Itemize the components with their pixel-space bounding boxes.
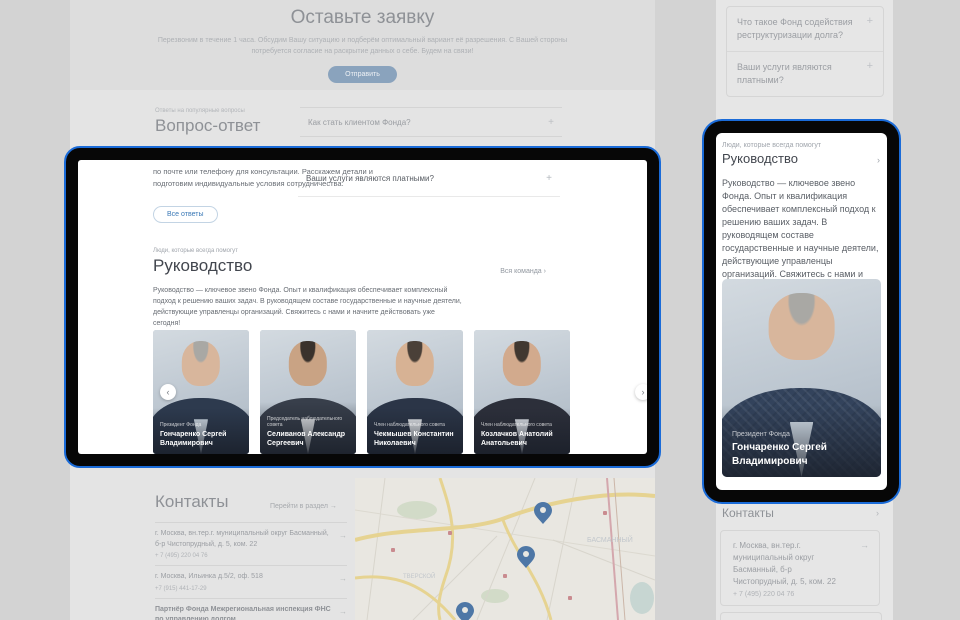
contact-address: г. Москва, Ильинка д.5/2, оф. 518 <box>155 572 333 583</box>
cta-title: Оставьте заявку <box>70 0 655 29</box>
contact-card[interactable]: г. Москва, вн.тер.г. муниципальный округ… <box>155 522 347 565</box>
team-card[interactable]: Член наблюдательного совета Чекмышев Конс… <box>367 330 463 454</box>
mobile-faq-card: Что такое Фонд содействия реструктуризац… <box>726 6 884 97</box>
arrow-right-icon: → <box>339 531 347 540</box>
map-district-label: ТВЕРСКОЙ <box>403 572 435 580</box>
member-role: Член наблюдательного совета <box>374 422 456 428</box>
member-role: Президент Фонда <box>160 422 242 428</box>
team-title: Руководство <box>153 256 252 276</box>
member-name: Гончаренко Сергей Владимирович <box>732 441 852 468</box>
faq-question: Ваши услуги являются платными? <box>737 61 853 87</box>
cta-body: Перезвоним в течение 1 часа. Обсудим Ваш… <box>153 35 573 57</box>
member-name: Чекмышев Константин Николаевич <box>374 430 456 448</box>
member-role: Президент Фонда <box>732 431 871 438</box>
chevron-right-icon[interactable]: › <box>877 155 880 165</box>
contact-phone: + 7 (495) 220 04 76 <box>733 591 867 598</box>
contact-address: г. Москва, вн.тер.г. муниципальный округ… <box>155 529 333 550</box>
faq-question: Что такое Фонд содействия реструктуризац… <box>737 16 853 42</box>
carousel-prev-button[interactable]: ‹ <box>160 384 176 400</box>
phone-screen: Люди, которые всегда помогут Руководство… <box>716 133 887 490</box>
contacts-title: Контакты <box>722 506 774 520</box>
arrow-right-icon: → <box>860 540 869 550</box>
member-role: Член наблюдательного совета <box>481 422 563 428</box>
map-river <box>630 582 654 614</box>
carousel-next-button[interactable]: › <box>635 384 647 400</box>
member-role: Председатель наблюдательного совета <box>267 416 349 428</box>
contact-phone: + 7 (495) 220 04 76 <box>155 553 333 559</box>
faq-item-1[interactable]: Как стать клиентом Фонда? + <box>300 107 562 137</box>
all-team-label: Вся команда <box>500 268 542 275</box>
contact-phone: +7 (915) 441-17-29 <box>155 586 333 592</box>
arrow-right-icon: → <box>339 607 347 616</box>
faq-item-2[interactable]: Ваши услуги являются платными? + <box>298 160 560 197</box>
chevron-left-icon: ‹ <box>167 387 170 397</box>
contact-partner-name: Партнёр Фонда Межрегиональная инспекция … <box>155 605 333 620</box>
contacts-list: г. Москва, вн.тер.г. муниципальный округ… <box>155 522 347 620</box>
contacts-title: Контакты <box>155 492 228 512</box>
contacts-section-link[interactable]: Перейти в раздел → <box>270 503 337 510</box>
team-body: Руководство — ключевое звено Фонда. Опыт… <box>153 286 463 329</box>
contact-card[interactable]: Партнёр Фонда Межрегиональная инспекция … <box>155 598 347 620</box>
team-card[interactable]: Член наблюдательного совета Козлачков Ана… <box>474 330 570 454</box>
contact-card-partial <box>720 612 882 620</box>
faq-item-2[interactable]: Ваши услуги являются платными? + <box>727 51 883 96</box>
faq-item-1[interactable]: Что такое Фонд содействия реструктуризац… <box>727 7 883 51</box>
plus-icon[interactable]: + <box>546 173 552 184</box>
team-card[interactable]: Президент Фонда Гончаренко Сергей Владим… <box>722 279 881 477</box>
map-district-label: БАСМАННЫЙ <box>587 535 633 544</box>
member-name: Селиванов Александр Сергеевич <box>267 430 349 448</box>
map-park <box>397 501 437 519</box>
team-carousel: Президент Фонда Гончаренко Сергей Владими… <box>153 330 570 454</box>
contact-card[interactable]: г. Москва, Ильинка д.5/2, оф. 518 +7 (91… <box>155 565 347 598</box>
plus-icon[interactable]: + <box>867 15 873 27</box>
mockup-canvas: Оставьте заявку Перезвоним в течение 1 ч… <box>0 0 960 620</box>
plus-icon[interactable]: + <box>548 117 554 128</box>
tablet-screen: по почте или телефону для консультации. … <box>78 160 647 454</box>
contacts-link-label: Перейти в раздел <box>270 503 328 510</box>
all-answers-button[interactable]: Все ответы <box>153 206 218 223</box>
team-title: Руководство <box>722 151 798 166</box>
team-eyebrow: Люди, которые всегда помогут <box>153 248 238 254</box>
chevron-right-icon: › <box>642 387 645 397</box>
map[interactable]: БАСМАННЫЙ ТВЕРСКОЙ <box>355 478 655 620</box>
phone-frame: Люди, которые всегда помогут Руководство… <box>702 119 901 504</box>
contact-card[interactable]: г. Москва, вн.тер.г. муниципальный округ… <box>720 530 880 606</box>
arrow-right-icon: → <box>330 503 337 510</box>
tablet-frame: по почте или телефону для консультации. … <box>64 146 661 468</box>
cta-section: Оставьте заявку Перезвоним в течение 1 ч… <box>70 0 655 90</box>
faq-title: Вопрос-ответ <box>155 116 260 136</box>
faq-question: Ваши услуги являются платными? <box>306 174 434 183</box>
chevron-right-icon[interactable]: › <box>876 508 879 518</box>
team-eyebrow: Люди, которые всегда помогут <box>722 142 821 149</box>
submit-button[interactable]: Отправить <box>328 66 397 83</box>
team-card[interactable]: Председатель наблюдательного совета Селив… <box>260 330 356 454</box>
chevron-right-icon: › <box>544 268 546 275</box>
faq-eyebrow: Ответы на популярные вопросы <box>155 108 245 114</box>
faq-question: Как стать клиентом Фонда? <box>308 118 411 127</box>
contact-address: г. Москва, вн.тер.г. муниципальный округ… <box>733 540 845 588</box>
plus-icon[interactable]: + <box>867 60 873 72</box>
arrow-right-icon: → <box>339 574 347 583</box>
member-name: Козлачков Анатолий Анатольевич <box>481 430 563 448</box>
all-team-link[interactable]: Вся команда › <box>500 268 546 275</box>
member-name: Гончаренко Сергей Владимирович <box>160 430 242 448</box>
team-body: Руководство — ключевое звено Фонда. Опыт… <box>722 177 881 294</box>
